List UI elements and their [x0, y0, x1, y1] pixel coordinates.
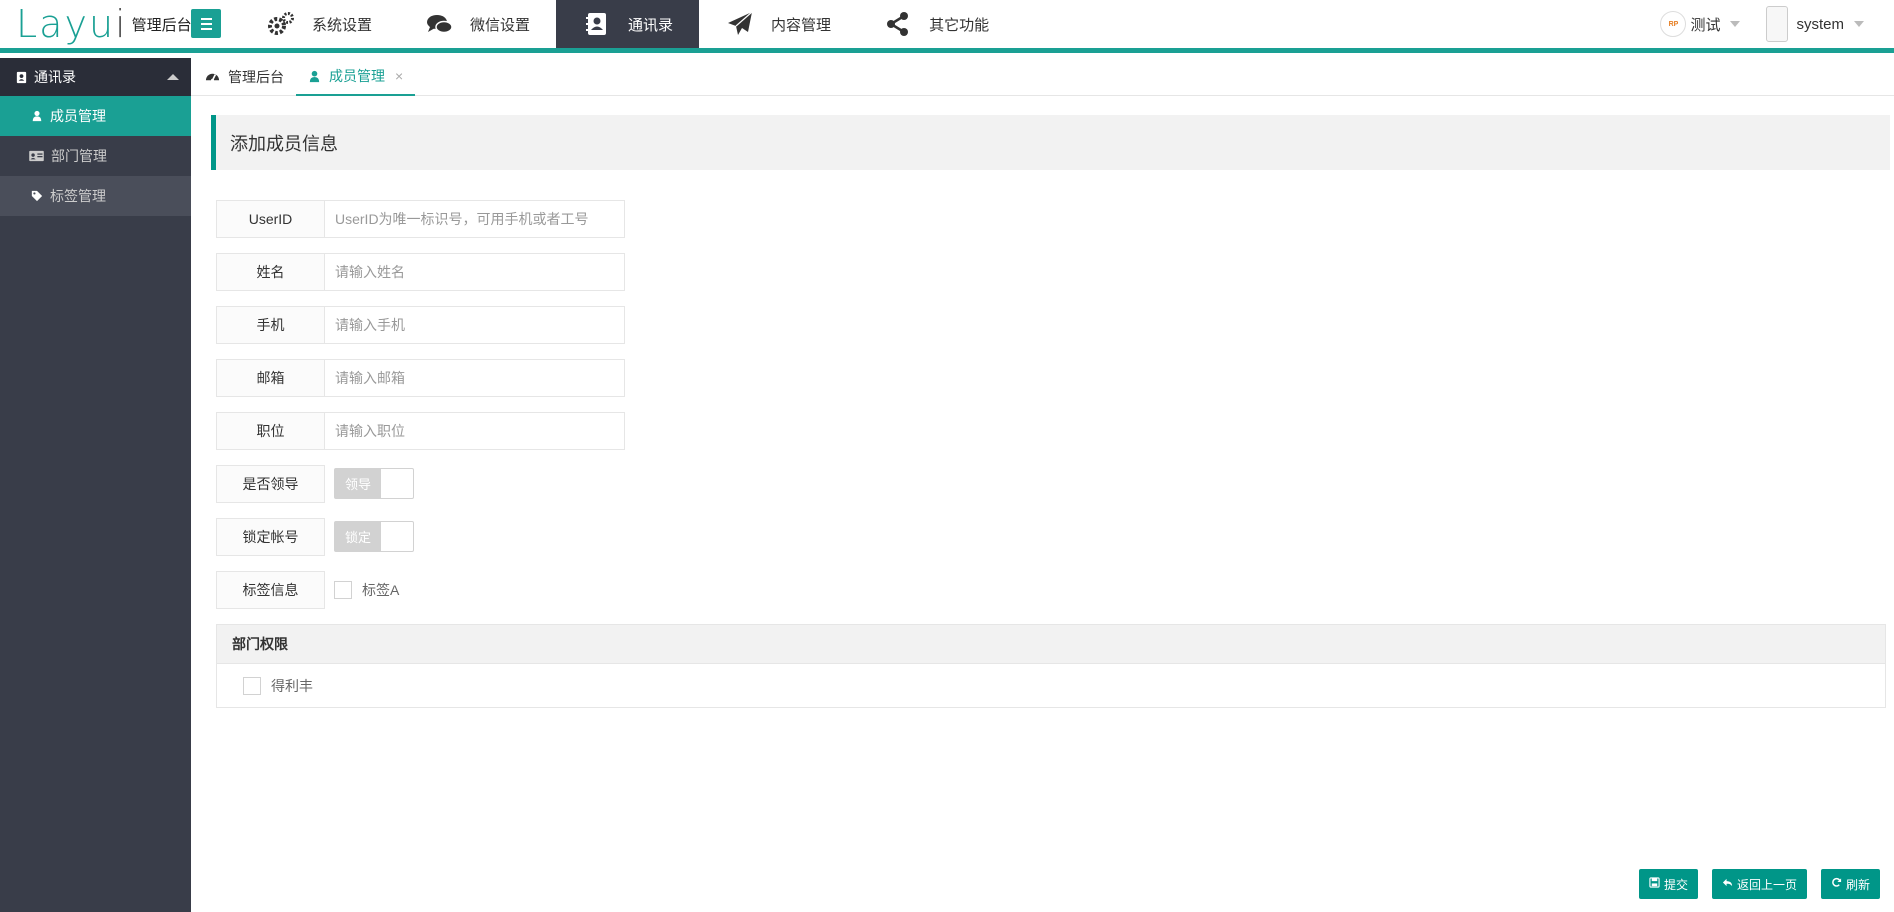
- logo-text: Layui: [16, 2, 128, 46]
- nav-item-content-management[interactable]: 内容管理: [699, 0, 857, 48]
- user-icon: [308, 70, 321, 83]
- nav-label: 其它功能: [929, 16, 990, 34]
- refresh-icon: [1831, 877, 1842, 891]
- sidebar-item-label: 标签管理: [50, 188, 106, 204]
- page-title: 添加成员信息: [211, 115, 1890, 170]
- form-row-userid: UserID: [216, 200, 625, 238]
- field-label: 是否领导: [216, 465, 325, 503]
- nav-item-wechat-settings[interactable]: 微信设置: [398, 0, 556, 48]
- user-icon: [30, 109, 44, 123]
- switch-knob: 锁定: [335, 522, 381, 551]
- nav-item-system-settings[interactable]: 系统设置: [240, 0, 398, 48]
- nav-label: 微信设置: [470, 16, 531, 34]
- avatar: [1766, 6, 1789, 42]
- form-row-phone: 手机: [216, 306, 625, 344]
- userid-input[interactable]: [325, 200, 625, 238]
- action-bar: 提交 返回上一页 刷新: [1638, 869, 1880, 899]
- nav-label: 系统设置: [312, 16, 373, 34]
- form-row-lock: 锁定帐号 锁定: [216, 518, 414, 556]
- back-button[interactable]: 返回上一页: [1711, 869, 1807, 899]
- name-input[interactable]: [325, 253, 625, 291]
- logo-subtitle: 管理后台: [131, 17, 192, 34]
- reply-icon: [1722, 877, 1733, 891]
- department-option-label: 得利丰: [271, 678, 313, 694]
- top-nav: 系统设置 微信设置 通讯录 内容管理 其它功能: [240, 0, 1015, 48]
- header-right: RP 测试 system: [1660, 0, 1864, 48]
- logo[interactable]: Layui 管理后台: [16, 4, 192, 44]
- leader-switch[interactable]: 领导: [334, 468, 414, 499]
- org-switcher[interactable]: RP 测试: [1660, 11, 1741, 37]
- sidebar-item-departments[interactable]: 部门管理: [0, 136, 191, 176]
- field-label: 手机: [216, 306, 325, 344]
- field-label: 锁定帐号: [216, 518, 325, 556]
- share-icon: [883, 9, 913, 39]
- save-icon: [1649, 877, 1660, 891]
- switch-knob: 领导: [335, 469, 381, 498]
- chat-icon: [424, 9, 454, 39]
- department-checkbox[interactable]: [243, 677, 261, 695]
- caret-up-icon: [167, 74, 179, 80]
- tab-bar: 管理后台 成员管理 ×: [191, 58, 1894, 96]
- button-label: 刷新: [1845, 877, 1870, 892]
- form-row-name: 姓名: [216, 253, 625, 291]
- tag-option-label: 标签A: [362, 582, 400, 598]
- caret-down-icon: [1730, 21, 1741, 27]
- tag-option[interactable]: 标签A: [334, 571, 399, 609]
- field-label: UserID: [216, 200, 325, 238]
- phone-input[interactable]: [325, 306, 625, 344]
- lock-switch[interactable]: 锁定: [334, 521, 414, 552]
- tab-members[interactable]: 成员管理 ×: [296, 58, 416, 96]
- field-label: 姓名: [216, 253, 325, 291]
- nav-label: 内容管理: [771, 16, 832, 34]
- user-label: system: [1796, 15, 1844, 33]
- caret-down-icon: [1854, 21, 1864, 27]
- email-input[interactable]: [325, 359, 625, 397]
- department-option[interactable]: 得利丰: [217, 664, 1885, 708]
- top-header: Layui 管理后台 系统设置 微信设置 通讯录 内容管理 其它功能 RP 测试…: [0, 0, 1894, 53]
- form-row-email: 邮箱: [216, 359, 625, 397]
- user-menu[interactable]: system: [1766, 6, 1864, 42]
- form-row-leader: 是否领导 领导: [216, 465, 414, 503]
- org-label: 测试: [1690, 16, 1721, 34]
- menu-toggle-button[interactable]: [191, 9, 221, 38]
- button-label: 返回上一页: [1736, 877, 1797, 892]
- sidebar-item-label: 部门管理: [51, 148, 107, 164]
- address-book-icon: [14, 70, 28, 84]
- refresh-button[interactable]: 刷新: [1820, 869, 1880, 899]
- form-row-tags: 标签信息 标签A: [216, 571, 399, 609]
- field-label: 职位: [216, 412, 325, 450]
- tab-label: 管理后台: [228, 68, 284, 85]
- sidebar: 通讯录 成员管理 部门管理 标签管理: [0, 58, 191, 912]
- id-card-icon: [27, 149, 45, 163]
- close-icon[interactable]: ×: [395, 68, 403, 84]
- tab-dashboard[interactable]: 管理后台: [193, 58, 296, 95]
- department-permission-panel: 部门权限 得利丰: [216, 624, 1886, 708]
- nav-label: 通讯录: [628, 16, 674, 34]
- tag-icon: [30, 189, 44, 203]
- position-input[interactable]: [325, 412, 625, 450]
- sidebar-item-members[interactable]: 成员管理: [0, 96, 191, 136]
- panel-title: 部门权限: [217, 625, 1885, 664]
- tab-label: 成员管理: [329, 68, 385, 84]
- submit-button[interactable]: 提交: [1638, 869, 1698, 899]
- tag-checkbox[interactable]: [334, 581, 352, 599]
- org-logo-icon: RP: [1660, 11, 1687, 37]
- sidebar-group-contacts[interactable]: 通讯录: [0, 58, 191, 96]
- address-book-icon: [582, 9, 612, 39]
- gears-icon: [266, 9, 296, 39]
- sidebar-item-label: 成员管理: [50, 108, 106, 124]
- field-label: 标签信息: [216, 571, 325, 609]
- field-label: 邮箱: [216, 359, 325, 397]
- paper-plane-icon: [725, 9, 755, 39]
- nav-item-contacts[interactable]: 通讯录: [556, 0, 700, 48]
- sidebar-item-tags[interactable]: 标签管理: [0, 176, 191, 216]
- button-label: 提交: [1663, 877, 1688, 892]
- dashboard-icon: [205, 69, 220, 84]
- sidebar-group-label: 通讯录: [34, 69, 76, 85]
- nav-item-other-functions[interactable]: 其它功能: [857, 0, 1015, 48]
- form-row-position: 职位: [216, 412, 625, 450]
